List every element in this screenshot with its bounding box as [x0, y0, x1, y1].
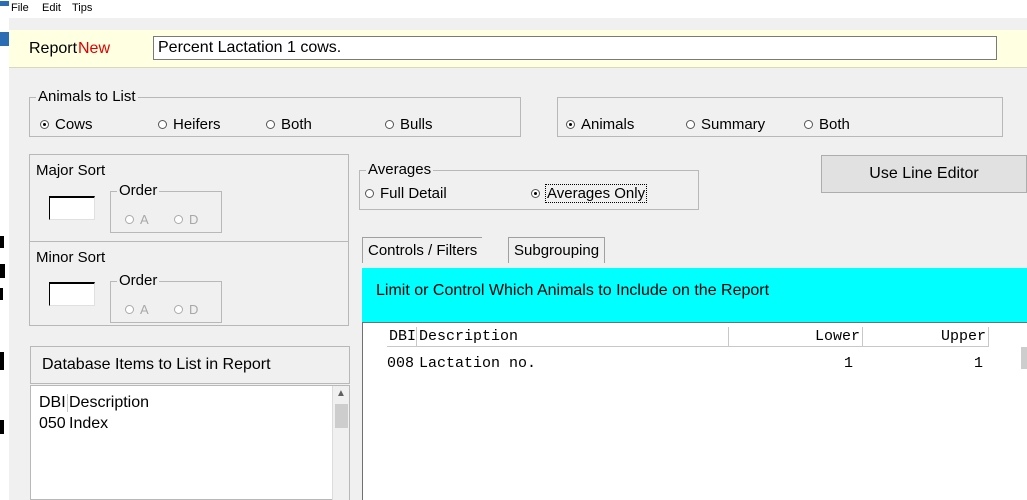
database-items-list[interactable]: DBI Description 050 Index ▲ — [30, 385, 350, 500]
radio-bulls[interactable]: Bulls — [385, 116, 433, 133]
menu-tips[interactable]: Tips — [72, 2, 92, 14]
radio-summary[interactable]: Summary — [686, 116, 765, 133]
filters-col-upper[interactable]: Upper — [863, 327, 989, 347]
filters-row-lower[interactable]: 1 — [829, 355, 853, 372]
radio-heifers[interactable]: Heifers — [158, 116, 221, 133]
filters-row-dbi[interactable]: 008 — [387, 355, 414, 372]
minor-sort-input[interactable] — [49, 282, 95, 306]
radio-selected-icon — [40, 120, 49, 129]
radio-selected-icon — [531, 189, 540, 198]
report-title-input[interactable]: Percent Lactation 1 cows. — [153, 36, 997, 60]
app-icon — [0, 1, 9, 6]
filters-col-description[interactable]: Description — [417, 327, 729, 347]
radio-unselected-icon — [125, 215, 134, 224]
report-status-new: New — [78, 40, 111, 57]
major-sort-input[interactable] — [49, 196, 95, 220]
radio-output-both[interactable]: Both — [804, 116, 850, 133]
tab-controls-filters[interactable]: Controls / Filters — [362, 237, 483, 263]
averages-title: Averages — [366, 161, 434, 178]
radio-cows[interactable]: Cows — [40, 116, 93, 133]
radio-unselected-icon — [385, 120, 394, 129]
menu-edit[interactable]: Edit — [42, 2, 61, 14]
filters-row-description[interactable]: Lactation no. — [419, 355, 536, 372]
use-line-editor-button[interactable]: Use Line Editor — [821, 155, 1027, 193]
filters-list[interactable]: DBI Description Lower Upper 008 Lactatio… — [362, 322, 1027, 500]
major-sort-radio-a[interactable]: A — [125, 212, 149, 227]
sort-divider — [29, 241, 349, 242]
filters-row-upper[interactable]: 1 — [959, 355, 983, 372]
menu-file[interactable]: File — [11, 2, 29, 14]
filters-scrollbar-thumb[interactable] — [1021, 347, 1027, 369]
radio-unselected-icon — [174, 215, 183, 224]
radio-unselected-icon — [266, 120, 275, 129]
database-items-button[interactable]: Database Items to List in Report — [30, 346, 350, 384]
background-window-text — [0, 420, 4, 434]
radio-unselected-icon — [686, 120, 695, 129]
background-window-edge — [0, 0, 9, 500]
background-window-text — [0, 352, 4, 370]
scroll-up-icon[interactable]: ▲ — [336, 388, 346, 399]
tab-subgrouping[interactable]: Subgrouping — [508, 237, 606, 263]
background-window-text — [0, 264, 5, 278]
minor-sort-title: Minor Sort — [36, 249, 106, 266]
dbitems-col-dbi[interactable]: DBI — [39, 394, 68, 412]
dbitems-col-description[interactable]: Description — [69, 394, 149, 412]
radio-selected-icon — [566, 120, 575, 129]
dbitems-row-description[interactable]: Index — [69, 415, 108, 433]
background-window-marker — [0, 32, 9, 46]
major-sort-order-title: Order — [117, 182, 160, 199]
menu-bar: File Edit Tips — [9, 0, 1027, 18]
radio-unselected-icon — [125, 305, 134, 314]
filters-col-lower[interactable]: Lower — [729, 327, 863, 347]
radio-unselected-icon — [174, 305, 183, 314]
radio-animals[interactable]: Animals — [566, 116, 634, 133]
radio-unselected-icon — [804, 120, 813, 129]
minor-sort-order-title: Order — [117, 272, 160, 289]
radio-animals-both[interactable]: Both — [266, 116, 312, 133]
report-header: Report New Percent Lactation 1 cows. — [9, 30, 1027, 68]
minor-sort-radio-d[interactable]: D — [174, 302, 198, 317]
filters-banner: Limit or Control Which Animals to Includ… — [362, 268, 1027, 322]
major-sort-radio-d[interactable]: D — [174, 212, 198, 227]
radio-averages-only[interactable]: Averages Only — [531, 184, 648, 203]
filters-col-dbi[interactable]: DBI — [387, 327, 417, 347]
animals-to-list-title: Animals to List — [36, 88, 138, 105]
major-sort-title: Major Sort — [36, 162, 106, 179]
background-window-text — [0, 236, 4, 248]
radio-unselected-icon — [365, 189, 374, 198]
radio-full-detail[interactable]: Full Detail — [365, 185, 447, 202]
database-items-scrollbar-thumb[interactable] — [335, 404, 348, 428]
background-window-text — [0, 288, 3, 300]
minor-sort-radio-a[interactable]: A — [125, 302, 149, 317]
radio-unselected-icon — [158, 120, 167, 129]
database-items-scrollbar[interactable]: ▲ — [332, 386, 349, 500]
dbitems-row-dbi[interactable]: 050 — [39, 415, 66, 433]
report-label: Report — [29, 40, 78, 57]
